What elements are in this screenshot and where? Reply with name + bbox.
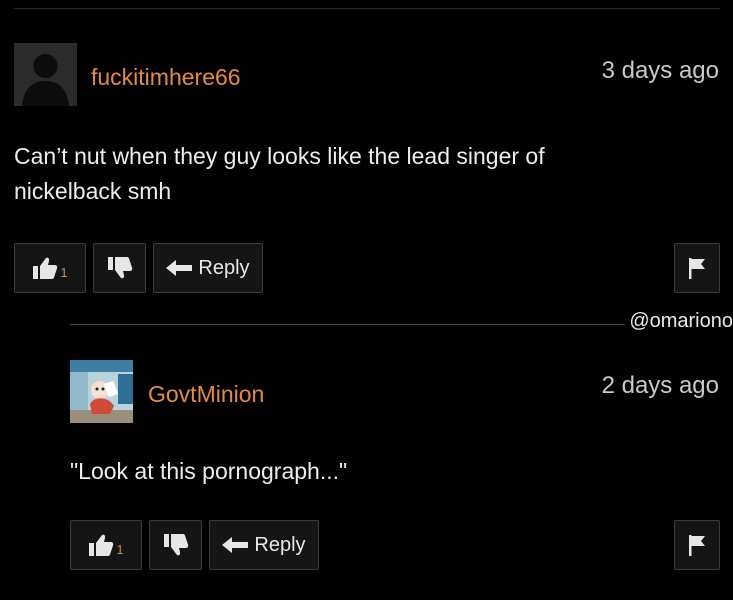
like-button[interactable]: 1 [70,520,142,570]
comment-timestamp: 3 days ago [601,57,719,84]
user-avatar[interactable] [14,43,77,106]
comment-timestamp: 2 days ago [601,372,719,399]
like-count: 1 [116,541,124,557]
flag-button[interactable] [674,520,720,570]
like-count: 1 [60,264,68,280]
dislike-button[interactable] [93,243,146,293]
flag-icon [689,535,705,556]
user-avatar[interactable] [70,360,133,423]
like-button[interactable]: 1 [14,243,86,293]
comment-body-line: Can’t nut when they guy looks like the l… [14,143,545,169]
reply-label: Reply [198,256,250,279]
comment-username[interactable]: GovtMinion [148,381,264,408]
thumbs-up-icon [33,257,58,279]
watermark-text: @omariono [625,310,733,333]
flag-button[interactable] [674,243,720,293]
comment-username[interactable]: fuckitimhere66 [91,64,241,91]
default-user-silhouette-icon [14,43,77,106]
reply-button[interactable]: Reply [153,243,263,293]
reply-arrow-icon [222,537,249,553]
flag-icon [689,258,705,279]
cartoon-avatar-image [70,360,133,423]
dislike-button[interactable] [149,520,202,570]
thumbs-down-icon [163,534,188,556]
reply-button[interactable]: Reply [209,520,319,570]
comment-body: Can’t nut when they guy looks like the l… [14,139,720,209]
thumbs-down-icon [107,257,132,279]
top-divider [14,8,720,9]
reply-label: Reply [254,533,306,556]
thumbs-up-icon [89,534,114,556]
comment-body-line: nickelback smh [14,178,172,204]
comment-body: "Look at this pornograph..." [70,458,348,484]
reply-arrow-icon [166,260,193,276]
